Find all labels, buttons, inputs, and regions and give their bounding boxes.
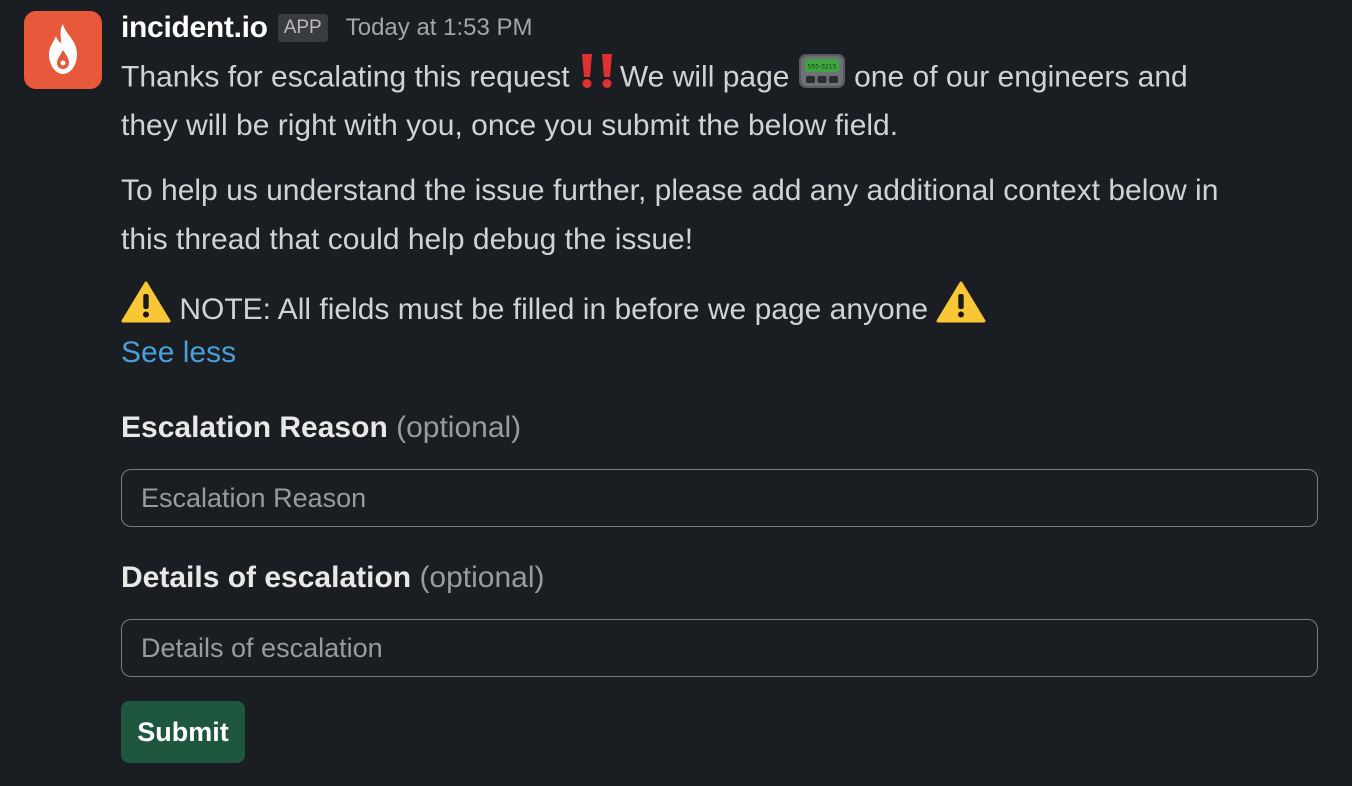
note-text: NOTE: All fields must be filled in befor… <box>171 293 937 326</box>
app-avatar[interactable] <box>24 11 102 89</box>
warning-icon <box>936 280 986 339</box>
escalation-details-label: Details of escalation (optional) <box>121 558 545 598</box>
optional-tag: (optional) <box>387 411 522 444</box>
optional-tag: (optional) <box>411 561 545 594</box>
field-label-text: Escalation Reason <box>121 411 388 444</box>
message-header: incident.io APP Today at 1:53 PM <box>121 8 533 48</box>
message-text: Thanks for escalating this request <box>121 60 578 94</box>
flame-icon <box>49 24 77 74</box>
escalation-reason-label: Escalation Reason (optional) <box>121 408 521 448</box>
see-less-link[interactable]: See less <box>121 328 236 377</box>
svg-text:555-3215: 555-3215 <box>807 64 836 71</box>
message-line-2: they will be right with you, once you su… <box>121 109 899 142</box>
slack-message: incident.io APP Today at 1:53 PM Thanks … <box>0 0 1352 786</box>
sender-name[interactable]: incident.io <box>121 11 268 45</box>
note-line: NOTE: All fields must be filled in befor… <box>121 280 986 339</box>
message-text: We will page <box>619 60 798 94</box>
escalation-reason-input[interactable] <box>121 469 1318 527</box>
message-line-4: this thread that could help debug the is… <box>121 223 694 256</box>
message-line-1: Thanks for escalating this request We wi… <box>121 52 1188 105</box>
timestamp[interactable]: Today at 1:53 PM <box>346 14 533 42</box>
message-text: one of our engineers and <box>845 60 1188 94</box>
pager-icon: 555-3215 <box>798 52 846 105</box>
escalation-details-input[interactable] <box>121 619 1318 677</box>
field-label-text: Details of escalation <box>121 561 412 594</box>
submit-button[interactable]: Submit <box>121 701 245 763</box>
double-exclamation-icon <box>578 53 620 104</box>
app-badge: APP <box>277 14 328 42</box>
message-line-3: To help us understand the issue further,… <box>121 174 1219 207</box>
